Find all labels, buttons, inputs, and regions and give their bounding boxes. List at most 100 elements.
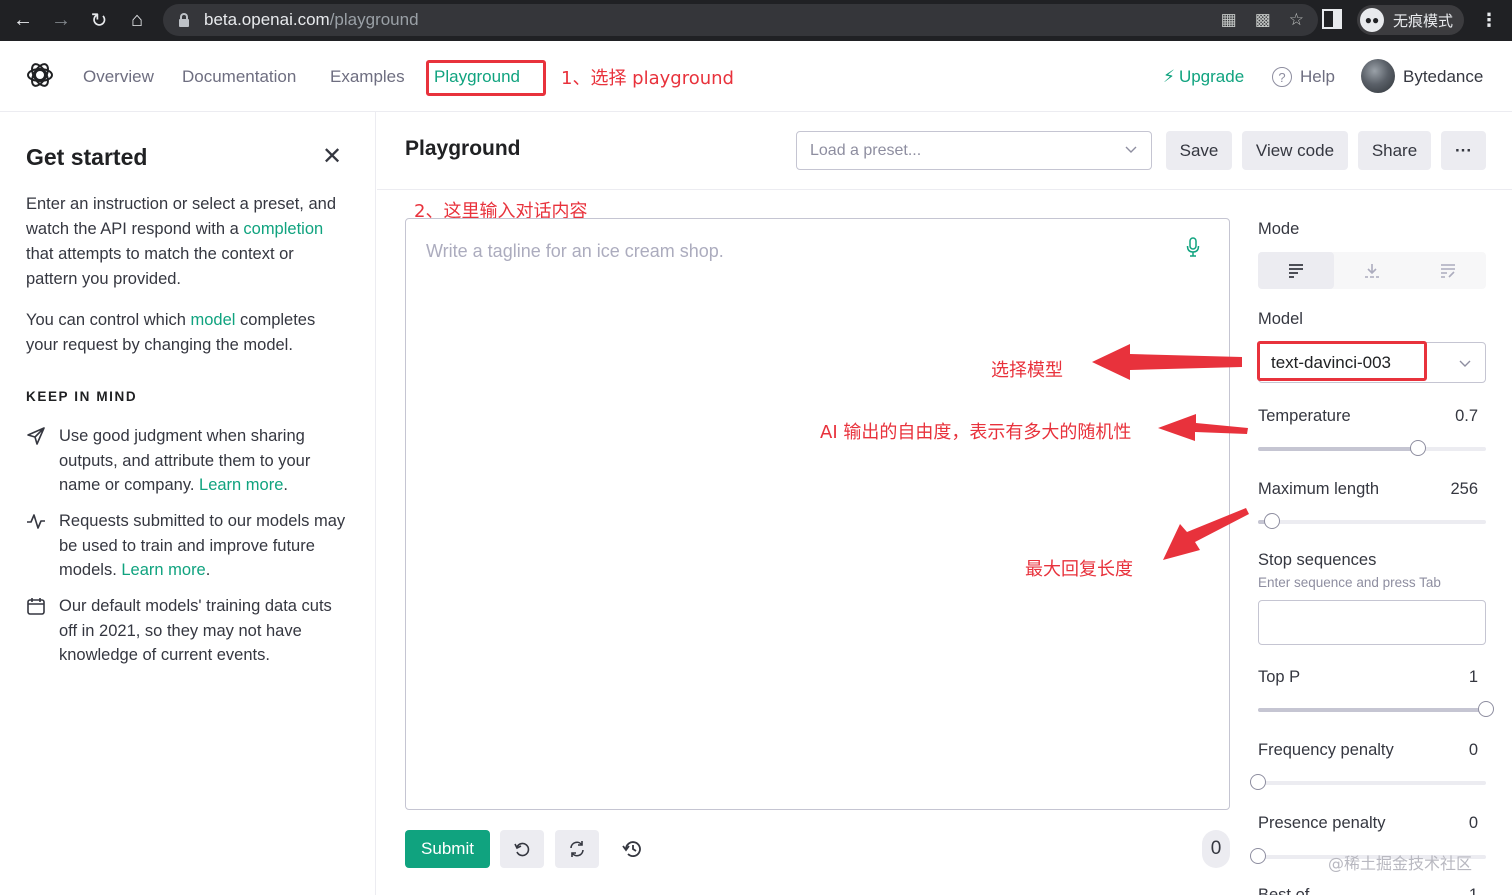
keep-in-mind-heading: KEEP IN MIND	[26, 389, 138, 404]
stop-sequences-label: Stop sequences	[1258, 551, 1377, 569]
temperature-label: Temperature	[1258, 407, 1351, 425]
home-icon[interactable]: ⌂	[118, 2, 156, 40]
frequency-penalty-value[interactable]: 0	[1438, 741, 1478, 760]
translate-icon[interactable]: ▩	[1255, 10, 1271, 30]
incognito-profile-button[interactable]: ●● 无痕模式	[1357, 5, 1464, 35]
upgrade-link[interactable]: ⚡︎ Upgrade	[1163, 67, 1244, 87]
get-started-panel: Get started ✕ Enter an instruction or se…	[0, 112, 376, 895]
forward-icon[interactable]: →	[42, 2, 80, 40]
history-icon[interactable]	[622, 838, 644, 860]
save-button[interactable]: Save	[1166, 131, 1232, 170]
back-icon[interactable]: ←	[4, 2, 42, 40]
help-link[interactable]: ? Help	[1272, 67, 1335, 87]
chevron-down-icon	[1125, 146, 1137, 153]
insert-mode-icon	[1365, 263, 1379, 278]
regenerate-button[interactable]	[555, 830, 599, 868]
url-path: /playground	[329, 10, 419, 29]
intro-text-part: that attempts to match the context or pa…	[26, 245, 294, 288]
microphone-icon[interactable]	[1186, 237, 1200, 257]
annotation-max-length: 最大回复长度	[1025, 559, 1133, 580]
mode-insert[interactable]	[1334, 252, 1410, 289]
close-icon[interactable]: ✕	[322, 145, 342, 169]
address-bar[interactable]: beta.openai.com/playground ▦ ▩ ☆	[163, 4, 1318, 36]
slider-handle[interactable]	[1478, 701, 1494, 717]
temperature-slider[interactable]	[1258, 440, 1486, 456]
presence-penalty-label: Presence penalty	[1258, 814, 1386, 832]
tip-text: Our default models' training data cuts o…	[59, 594, 349, 668]
mode-edit[interactable]	[1410, 252, 1486, 289]
browser-menu-icon[interactable]: ⋮	[1480, 9, 1498, 31]
activity-icon	[27, 514, 45, 529]
header-divider	[377, 189, 1512, 190]
slider-handle[interactable]	[1409, 440, 1426, 456]
prompt-placeholder: Write a tagline for an ice cream shop.	[426, 241, 724, 261]
mode-complete[interactable]	[1258, 252, 1334, 289]
bookmark-star-icon[interactable]: ☆	[1289, 10, 1304, 30]
slider-handle[interactable]	[1250, 848, 1266, 864]
incognito-icon: ●●	[1360, 8, 1384, 32]
best-of-value[interactable]: 1	[1438, 886, 1478, 895]
temperature-value[interactable]: 0.7	[1438, 407, 1478, 426]
help-label: Help	[1300, 67, 1335, 86]
preset-placeholder: Load a preset...	[810, 141, 922, 159]
learn-more-link[interactable]: Learn more	[121, 561, 205, 579]
edit-mode-icon	[1441, 263, 1455, 278]
prompt-textarea[interactable]: Write a tagline for an ice cream shop.	[405, 218, 1230, 810]
reload-icon[interactable]: ↻	[80, 2, 118, 40]
undo-button[interactable]	[500, 830, 544, 868]
learn-more-link[interactable]: Learn more	[199, 476, 283, 494]
tip-text: Use good judgment when sharing outputs, …	[59, 424, 349, 498]
tip-text-part: .	[205, 561, 211, 579]
mode-label: Mode	[1258, 220, 1300, 238]
refresh-icon	[570, 841, 584, 857]
chevron-down-icon	[1459, 360, 1471, 367]
model-text: You can control which model completes yo…	[26, 308, 346, 358]
stop-sequences-hint: Enter sequence and press Tab	[1258, 575, 1441, 590]
frequency-penalty-label: Frequency penalty	[1258, 741, 1394, 759]
model-link[interactable]: model	[191, 311, 236, 329]
stop-sequences-input[interactable]	[1258, 600, 1486, 645]
slider-handle[interactable]	[1263, 513, 1280, 529]
page-title: Playground	[405, 137, 521, 160]
max-length-value[interactable]: 256	[1438, 480, 1478, 499]
more-options-button[interactable]: ···	[1441, 131, 1486, 170]
browser-toolbar: ← → ↻ ⌂ beta.openai.com/playground ▦ ▩ ☆…	[0, 0, 1512, 41]
top-p-label: Top P	[1258, 668, 1301, 686]
tip-text: Requests submitted to our models may be …	[59, 509, 349, 583]
qr-code-icon[interactable]: ▦	[1221, 10, 1237, 30]
max-length-label: Maximum length	[1258, 480, 1380, 498]
completion-link[interactable]: completion	[243, 220, 323, 238]
avatar[interactable]	[1361, 59, 1395, 93]
openai-logo-icon[interactable]	[26, 61, 54, 89]
nav-documentation[interactable]: Documentation	[182, 67, 296, 87]
annotation-step1: 1、选择 playground	[561, 68, 734, 89]
model-label: Model	[1258, 310, 1303, 328]
site-header: Overview Documentation Examples Playgrou…	[0, 41, 1512, 112]
complete-mode-icon	[1289, 263, 1303, 278]
top-p-value[interactable]: 1	[1438, 668, 1478, 687]
frequency-penalty-slider[interactable]	[1250, 774, 1486, 790]
view-code-button[interactable]: View code	[1242, 131, 1348, 170]
submit-button[interactable]: Submit	[405, 830, 490, 868]
presence-penalty-value[interactable]: 0	[1438, 814, 1478, 833]
watermark: @稀土掘金技术社区	[1328, 854, 1473, 873]
side-panel-icon[interactable]	[1322, 9, 1342, 29]
url-host: beta.openai.com	[204, 10, 330, 29]
panel-title: Get started	[26, 144, 148, 170]
nav-examples[interactable]: Examples	[330, 67, 405, 87]
nav-overview[interactable]: Overview	[83, 67, 154, 87]
slider-handle[interactable]	[1250, 774, 1266, 790]
mode-selector	[1258, 252, 1486, 289]
best-of-label: Best of	[1258, 886, 1310, 895]
annotation-box-playground	[426, 60, 546, 96]
tip-text-part: Our default models' training data cuts o…	[59, 597, 332, 664]
user-name[interactable]: Bytedance	[1403, 67, 1483, 87]
preset-select[interactable]: Load a preset...	[796, 131, 1152, 170]
share-button[interactable]: Share	[1358, 131, 1431, 170]
incognito-label: 无痕模式	[1393, 11, 1454, 30]
slider-fill	[1258, 447, 1418, 451]
top-p-slider[interactable]	[1258, 701, 1494, 717]
max-length-slider[interactable]	[1258, 513, 1486, 529]
lock-icon[interactable]	[178, 13, 190, 27]
tip-text-part: .	[283, 476, 288, 494]
